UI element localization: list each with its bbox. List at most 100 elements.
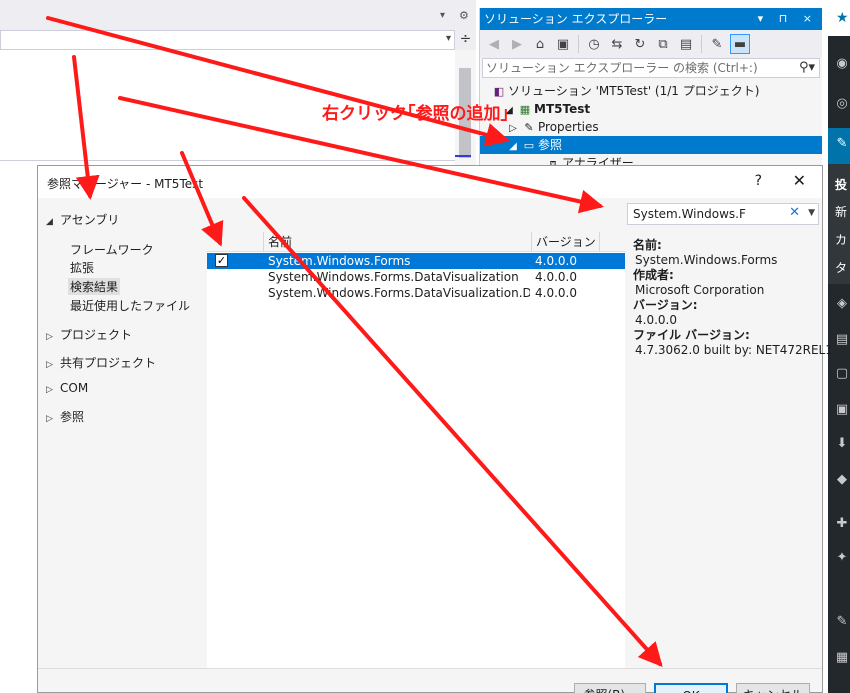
reference-name: System.Windows.Forms xyxy=(268,254,411,268)
submenu-item[interactable]: 新 xyxy=(835,203,850,220)
solution-explorer-title: ソリューション エクスプローラー ▾ ⊓ × xyxy=(480,8,822,30)
comments-icon[interactable]: ▢ xyxy=(834,366,850,381)
appearance-icon[interactable]: ◆ xyxy=(834,472,850,487)
pages-icon[interactable]: ▤ xyxy=(834,332,850,347)
nav-recent[interactable]: 最近使用したファイル xyxy=(68,297,192,314)
star-icon[interactable]: ★ xyxy=(836,10,849,26)
settings-icon[interactable]: ▦ xyxy=(834,650,850,665)
panel-title: ソリューション エクスプローラー xyxy=(484,12,668,26)
search-value: System.Windows.F xyxy=(633,207,746,221)
panel-window-controls[interactable]: ▾ ⊓ × xyxy=(758,8,818,30)
gear-icon[interactable]: ⚙ xyxy=(459,9,469,22)
reference-version: 4.0.0.0 xyxy=(535,270,577,284)
collapsed-icon: ▷ xyxy=(46,385,53,395)
submenu-item[interactable]: タ xyxy=(835,259,850,276)
solution-tree: ◧ ソリューション 'MT5Test' (1/1 プロジェクト) ◢ ▦ MT5Tes… xyxy=(480,82,822,172)
tree-node-solution[interactable]: ◧ ソリューション 'MT5Test' (1/1 プロジェクト) xyxy=(480,82,822,100)
reference-row[interactable]: System.Windows.Forms.DataVisualization.D… xyxy=(207,285,625,301)
solution-explorer-toolbar: ◀ ▶ ⌂ ▣ ◷ ⇆ ↻ ⧉ ▤ ✎ ▬ xyxy=(480,30,822,58)
show-all-files-icon[interactable]: ▤ xyxy=(676,34,696,54)
dropdown-arrow-icon[interactable]: ▾ xyxy=(440,10,445,21)
dialog-footer: 参照(B)... OK キャンセル xyxy=(38,668,822,693)
solution-explorer-panel: ソリューション エクスプローラー ▾ ⊓ × ◀ ▶ ⌂ ▣ ◷ ⇆ ↻ ⧉ ▤… xyxy=(479,8,822,178)
nav-assembly[interactable]: ◢ アセンブリ xyxy=(46,211,119,228)
reference-checkbox[interactable]: ✓ xyxy=(215,254,228,267)
reference-category-nav: ◢ アセンブリ フレームワーク 拡張 検索結果 最近使用したファイル ▷ プロジェク… xyxy=(38,198,206,668)
column-header-version[interactable]: バージョン xyxy=(531,232,599,252)
collapse-all-icon[interactable]: ⧉ xyxy=(653,34,673,54)
nav-framework[interactable]: フレームワーク xyxy=(68,241,156,258)
tree-node-properties[interactable]: ▷ ✎ Properties xyxy=(480,118,822,136)
users-icon[interactable]: ✦ xyxy=(834,550,850,565)
navigation-combo[interactable]: ▾ xyxy=(0,30,455,50)
downloads-icon[interactable]: ⬇ xyxy=(834,436,850,451)
reference-row[interactable]: ✓ System.Windows.Forms 4.0.0.0 xyxy=(207,253,625,269)
submenu-item[interactable]: カ xyxy=(835,231,850,248)
properties-wrench-icon[interactable]: ✎ xyxy=(707,34,727,54)
detail-file-version-label: ファイル バージョン: xyxy=(633,328,750,342)
reference-manager-dialog: 参照マネージャー - MT5Test ? ✕ ◢ アセンブリ フレームワーク 拡張… xyxy=(37,165,833,693)
column-header-name[interactable]: 名前 xyxy=(263,232,531,252)
feedback-icon[interactable]: ▣ xyxy=(834,402,850,417)
detail-name-label: 名前: xyxy=(633,238,662,252)
toolbar-separator xyxy=(578,35,579,53)
pin-icon[interactable]: ✎ xyxy=(834,136,850,151)
switch-views-icon[interactable]: ▣ xyxy=(553,34,573,54)
expanded-icon: ◢ xyxy=(46,217,53,227)
preview-selected-icon[interactable]: ▬ xyxy=(730,34,750,54)
nav-search-results[interactable]: 検索結果 xyxy=(68,278,121,295)
nav-com[interactable]: ▷ COM xyxy=(46,381,88,395)
annotation-callout: 右クリック｢参照の追加｣ xyxy=(322,104,509,124)
plugins-icon[interactable]: ✚ xyxy=(834,516,850,531)
search-placeholder: ソリューション エクスプローラー の検索 (Ctrl+:) xyxy=(486,61,758,75)
nav-shared-projects[interactable]: ▷ 共有プロジェクト xyxy=(46,354,156,371)
pending-changes-icon[interactable]: ◷ xyxy=(584,34,604,54)
tools-icon[interactable]: ✎ xyxy=(834,614,850,629)
cancel-button[interactable]: キャンセル xyxy=(736,683,810,693)
tree-node-label: ソリューション 'MT5Test' (1/1 プロジェクト) xyxy=(508,84,760,98)
detail-version-label: バージョン: xyxy=(633,298,698,312)
refresh-icon[interactable]: ↻ xyxy=(630,34,650,54)
references-icon: ▭ xyxy=(523,139,535,152)
search-icon[interactable]: ⚲▾ xyxy=(799,59,815,77)
chevron-down-icon: ▾ xyxy=(445,33,451,44)
dialog-titlebar: 参照マネージャー - MT5Test ? ✕ xyxy=(38,166,822,198)
nav-browse[interactable]: ▷ 参照 xyxy=(46,408,84,425)
detail-version-value: 4.0.0.0 xyxy=(635,313,677,327)
media-icon[interactable]: ◈ xyxy=(834,296,850,311)
detail-author-value: Microsoft Corporation xyxy=(635,283,765,297)
tree-node-project[interactable]: ◢ ▦ MT5Test xyxy=(480,100,822,118)
column-header-spacer xyxy=(599,232,625,252)
home-icon[interactable]: ⌂ xyxy=(530,34,550,54)
nav-extensions[interactable]: 拡張 xyxy=(68,259,96,276)
sync-icon[interactable]: ⇆ xyxy=(607,34,627,54)
clear-search-icon[interactable]: ✕ xyxy=(789,205,800,220)
collapsed-icon: ▷ xyxy=(46,414,53,424)
editor-tab-strip xyxy=(0,0,476,30)
help-button[interactable]: ? xyxy=(755,173,762,189)
back-icon[interactable]: ◀ xyxy=(484,34,504,54)
detail-file-version-value: 4.7.3062.0 built by: NET472REL1 xyxy=(635,343,833,357)
tree-node-references[interactable]: ◢ ▭ 参照 xyxy=(480,136,822,154)
solution-search-input[interactable]: ソリューション エクスプローラー の検索 (Ctrl+:) ⚲▾ xyxy=(482,58,820,78)
forward-icon[interactable]: ▶ xyxy=(507,34,527,54)
reference-version: 4.0.0.0 xyxy=(535,286,577,300)
reference-row[interactable]: System.Windows.Forms.DataVisualization 4… xyxy=(207,269,625,285)
reference-search-input[interactable]: System.Windows.F ✕ ▼ xyxy=(627,203,819,225)
dashboard-icon[interactable]: ◎ xyxy=(834,96,850,111)
browse-button[interactable]: 参照(B)... xyxy=(574,683,646,693)
nav-label: アセンブリ xyxy=(60,213,120,227)
detail-name-value: System.Windows.Forms xyxy=(635,253,778,267)
chevron-down-icon[interactable]: ▼ xyxy=(808,208,815,218)
dashboard-icon[interactable]: ◉ xyxy=(834,56,850,71)
tree-node-label: Properties xyxy=(538,120,599,134)
ok-button[interactable]: OK xyxy=(654,683,728,693)
caret-marker xyxy=(455,155,471,157)
project-icon: ▦ xyxy=(519,103,531,116)
reference-list: 名前 バージョン ✓ System.Windows.Forms 4.0.0.0 … xyxy=(207,232,625,668)
close-button[interactable]: ✕ xyxy=(793,171,806,190)
submenu-item[interactable]: 投 xyxy=(835,176,850,193)
reference-name: System.Windows.Forms.DataVisualization.D… xyxy=(268,286,530,300)
nav-projects[interactable]: ▷ プロジェクト xyxy=(46,326,132,343)
split-editor-button[interactable]: ÷ xyxy=(455,30,476,50)
